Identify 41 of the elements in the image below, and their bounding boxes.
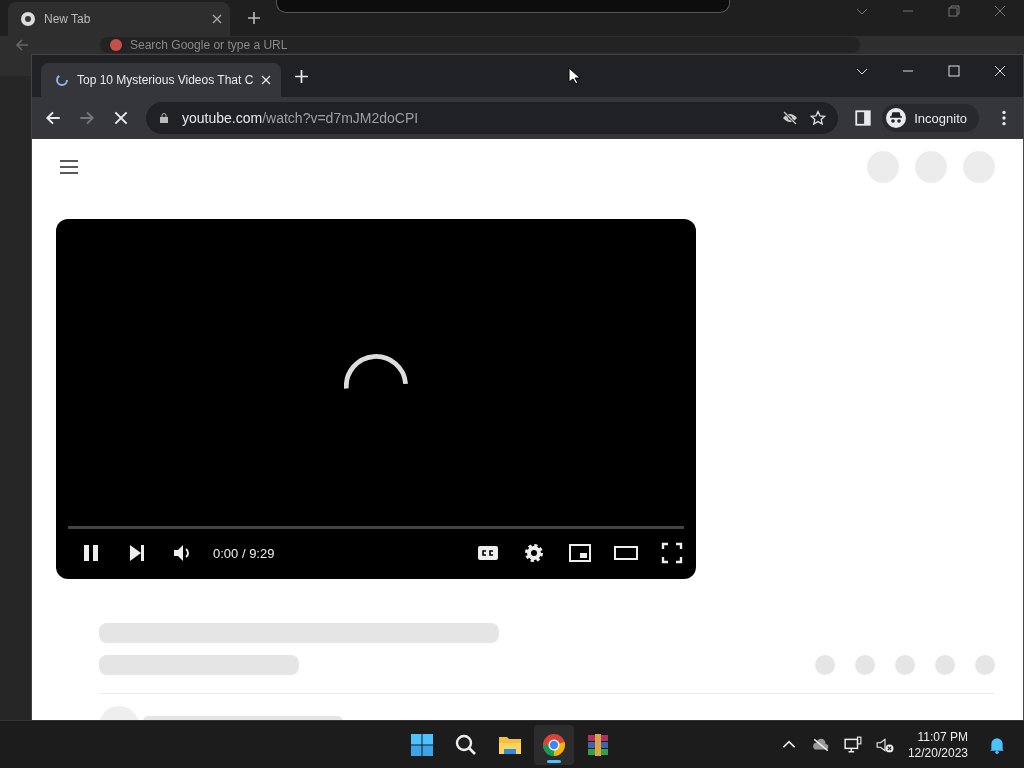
star-icon[interactable] [810,110,827,126]
browser-tab[interactable]: New Tab [8,2,230,36]
bell-icon[interactable] [988,735,1006,754]
incognito-button[interactable]: Incognito [882,104,979,132]
fullscreen-icon[interactable] [660,541,684,565]
incognito-icon [886,108,907,128]
placeholder-dot [855,655,875,675]
time-display: 0:00 / 9:29 [213,545,275,561]
tab-title: Top 10 Mysterious Videos That C [77,73,253,87]
eye-slash-icon[interactable] [782,110,799,126]
placeholder-dot [975,655,995,675]
maximize-icon[interactable] [946,63,962,79]
network-icon[interactable] [843,735,862,754]
settings-icon[interactable] [522,541,546,565]
miniplayer-icon[interactable] [568,541,592,565]
placeholder-dot [815,655,835,675]
menu-icon[interactable] [60,160,78,174]
side-panel-icon[interactable] [854,109,873,127]
tab-title: New Tab [44,12,92,26]
forward-icon[interactable] [78,109,96,127]
cursor-icon [567,67,580,85]
search-icon [454,732,478,757]
restore-icon[interactable] [946,3,962,19]
url-text: youtube.com/watch?v=d7mJM2doCPI [182,110,419,126]
browser-tab[interactable]: Top 10 Mysterious Videos That C [41,63,281,97]
address-field[interactable]: Search Google or type a URL [100,37,860,53]
back-icon[interactable] [44,109,62,127]
windows-logo-icon [410,732,434,757]
placeholder-dot [935,655,955,675]
stop-icon[interactable] [112,109,130,127]
close-icon[interactable] [992,63,1008,79]
placeholder-dot [895,655,915,675]
clock-time: 11:07 PM [917,728,968,745]
close-tab-icon[interactable] [212,14,222,24]
volume-muted-icon[interactable] [875,735,894,754]
new-tab-icon[interactable] [248,12,260,24]
clock-date: 12/20/2023 [907,744,968,761]
lock-icon [158,112,170,124]
address-bar[interactable]: youtube.com/watch?v=d7mJM2doCPI [146,102,839,134]
taskbar-button[interactable] [534,724,574,765]
archive-icon [586,732,610,757]
